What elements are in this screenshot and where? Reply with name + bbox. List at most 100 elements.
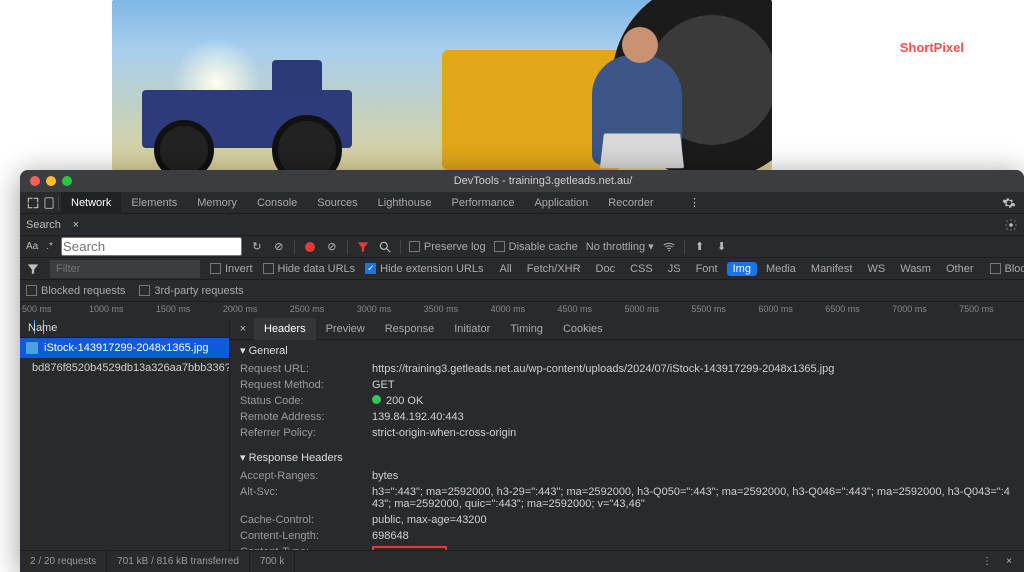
timeline-tick: 5000 ms xyxy=(622,304,689,314)
search-input[interactable] xyxy=(61,237,242,256)
filter-icon[interactable] xyxy=(356,240,370,254)
more-icon[interactable]: ⋮ xyxy=(688,196,702,210)
header-row: Alt-Svc:h3=":443"; ma=2592000, h3-29=":4… xyxy=(230,484,1024,512)
request-count: 2 / 20 requests xyxy=(20,551,107,572)
header-value: GET xyxy=(372,379,1014,391)
timeline-tick: 4000 ms xyxy=(489,304,556,314)
detail-tab-cookies[interactable]: Cookies xyxy=(553,318,613,340)
request-row[interactable]: iStock-143917299-2048x1365.jpg xyxy=(20,338,229,358)
detail-tab-initiator[interactable]: Initiator xyxy=(444,318,500,340)
top-tabs[interactable]: NetworkElementsMemoryConsoleSourcesLight… xyxy=(20,192,1024,214)
top-tab-recorder[interactable]: Recorder xyxy=(598,192,663,214)
type-pill-other[interactable]: Other xyxy=(940,262,980,276)
top-tab-application[interactable]: Application xyxy=(524,192,598,214)
top-tab-performance[interactable]: Performance xyxy=(441,192,524,214)
inspect-icon[interactable] xyxy=(26,196,40,210)
type-pill-fetch-xhr[interactable]: Fetch/XHR xyxy=(521,262,587,276)
filter-row: Invert Hide data URLs Hide extension URL… xyxy=(20,258,1024,280)
device-icon[interactable] xyxy=(42,196,56,210)
type-pill-js[interactable]: JS xyxy=(662,262,687,276)
request-row[interactable]: bd876f8520b4529db13a326aa7bbb336?s=52&d… xyxy=(20,358,229,378)
top-tab-network[interactable]: Network xyxy=(61,192,121,214)
top-tab-console[interactable]: Console xyxy=(247,192,307,214)
detail-tab-timing[interactable]: Timing xyxy=(500,318,553,340)
close-drawer-icon[interactable]: × xyxy=(1002,555,1016,569)
detail-tabs[interactable]: × HeadersPreviewResponseInitiatorTimingC… xyxy=(230,318,1024,340)
timeline-tick: 3000 ms xyxy=(355,304,422,314)
traffic-lights[interactable] xyxy=(30,176,72,186)
type-pill-media[interactable]: Media xyxy=(760,262,802,276)
header-row: Accept-Ranges:bytes xyxy=(230,468,1024,484)
close-icon[interactable]: × xyxy=(69,218,83,232)
type-pill-doc[interactable]: Doc xyxy=(590,262,622,276)
type-pill-css[interactable]: CSS xyxy=(624,262,659,276)
response-headers-section-header[interactable]: ▾ Response Headers xyxy=(230,447,1024,468)
detail-tab-preview[interactable]: Preview xyxy=(316,318,375,340)
resources: 700 k xyxy=(250,551,295,572)
download-icon[interactable]: ⬇ xyxy=(715,240,729,254)
zoom-window-button[interactable] xyxy=(62,176,72,186)
header-key: Cache-Control: xyxy=(240,514,372,526)
type-pill-font[interactable]: Font xyxy=(690,262,724,276)
request-name: bd876f8520b4529db13a326aa7bbb336?s=52&d… xyxy=(32,362,229,374)
blocked-cookies-toggle[interactable]: Blocked response cookies xyxy=(1005,263,1024,275)
detail-tab-headers[interactable]: Headers xyxy=(254,318,316,340)
laptop-shape xyxy=(600,134,684,169)
upload-icon[interactable]: ⬆ xyxy=(693,240,707,254)
preserve-log-toggle[interactable]: Preserve log xyxy=(424,241,486,253)
console-drawer-icon[interactable]: ⋮ xyxy=(980,555,994,569)
detail-tab-response[interactable]: Response xyxy=(375,318,445,340)
close-detail-button[interactable]: × xyxy=(234,323,252,335)
top-tab-lighthouse[interactable]: Lighthouse xyxy=(368,192,442,214)
header-key: Remote Address: xyxy=(240,411,372,423)
header-value: bytes xyxy=(372,470,1014,482)
refresh-icon[interactable]: ↻ xyxy=(250,240,264,254)
request-list-header[interactable]: Name xyxy=(20,318,229,338)
header-row: Referrer Policy:strict-origin-when-cross… xyxy=(230,425,1024,441)
top-tab-elements[interactable]: Elements xyxy=(121,192,187,214)
regex-toggle[interactable]: .* xyxy=(46,241,53,252)
search-icon[interactable] xyxy=(378,240,392,254)
header-row: Status Code:200 OK xyxy=(230,393,1024,409)
hide-extension-urls-toggle[interactable]: Hide extension URLs xyxy=(380,263,483,275)
header-row: Content-Length:698648 xyxy=(230,528,1024,544)
top-tab-memory[interactable]: Memory xyxy=(187,192,247,214)
settings-icon[interactable] xyxy=(1002,196,1016,210)
invert-toggle[interactable]: Invert xyxy=(225,263,253,275)
network-toolbar: Aa .* ↻ ⊘ ⊘ Preserve log Disable cache N… xyxy=(20,236,1024,258)
settings-icon[interactable] xyxy=(1004,218,1018,232)
timeline-tick: 1500 ms xyxy=(154,304,221,314)
minimize-window-button[interactable] xyxy=(46,176,56,186)
type-pill-all[interactable]: All xyxy=(494,262,518,276)
header-value: public, max-age=43200 xyxy=(372,514,1014,526)
type-pill-manifest[interactable]: Manifest xyxy=(805,262,859,276)
record-icon[interactable] xyxy=(303,240,317,254)
third-party-toggle[interactable]: 3rd-party requests xyxy=(154,285,243,297)
header-key: Request Method: xyxy=(240,379,372,391)
timeline-tick: 7000 ms xyxy=(890,304,957,314)
transferred: 701 kB / 816 kB transferred xyxy=(107,551,250,572)
header-value: 698648 xyxy=(372,530,1014,542)
header-value: 139.84.192.40:443 xyxy=(372,411,1014,423)
type-pill-ws[interactable]: WS xyxy=(861,262,891,276)
wifi-icon[interactable] xyxy=(662,240,676,254)
search-bar: Search × xyxy=(20,214,1024,236)
match-case-toggle[interactable]: Aa xyxy=(26,241,38,252)
header-row: Request URL:https://training3.getleads.n… xyxy=(230,361,1024,377)
status-bar: 2 / 20 requests 701 kB / 816 kB transfer… xyxy=(20,550,1024,572)
filter-input[interactable] xyxy=(50,260,200,278)
disable-cache-toggle[interactable]: Disable cache xyxy=(509,241,578,253)
close-window-button[interactable] xyxy=(30,176,40,186)
clear-icon[interactable]: ⊘ xyxy=(272,240,286,254)
throttling-select[interactable]: No throttling ▾ xyxy=(586,240,654,253)
header-value: https://training3.getleads.net.au/wp-con… xyxy=(372,363,1014,375)
stop-icon[interactable]: ⊘ xyxy=(325,240,339,254)
type-pill-wasm[interactable]: Wasm xyxy=(894,262,937,276)
blocked-requests-toggle[interactable]: Blocked requests xyxy=(41,285,125,297)
hide-data-urls-toggle[interactable]: Hide data URLs xyxy=(278,263,356,275)
filter-icon[interactable] xyxy=(26,262,40,276)
general-section-header[interactable]: ▾ General xyxy=(230,340,1024,361)
timeline-tick: 2000 ms xyxy=(221,304,288,314)
top-tab-sources[interactable]: Sources xyxy=(307,192,367,214)
type-pill-img[interactable]: Img xyxy=(727,262,757,276)
